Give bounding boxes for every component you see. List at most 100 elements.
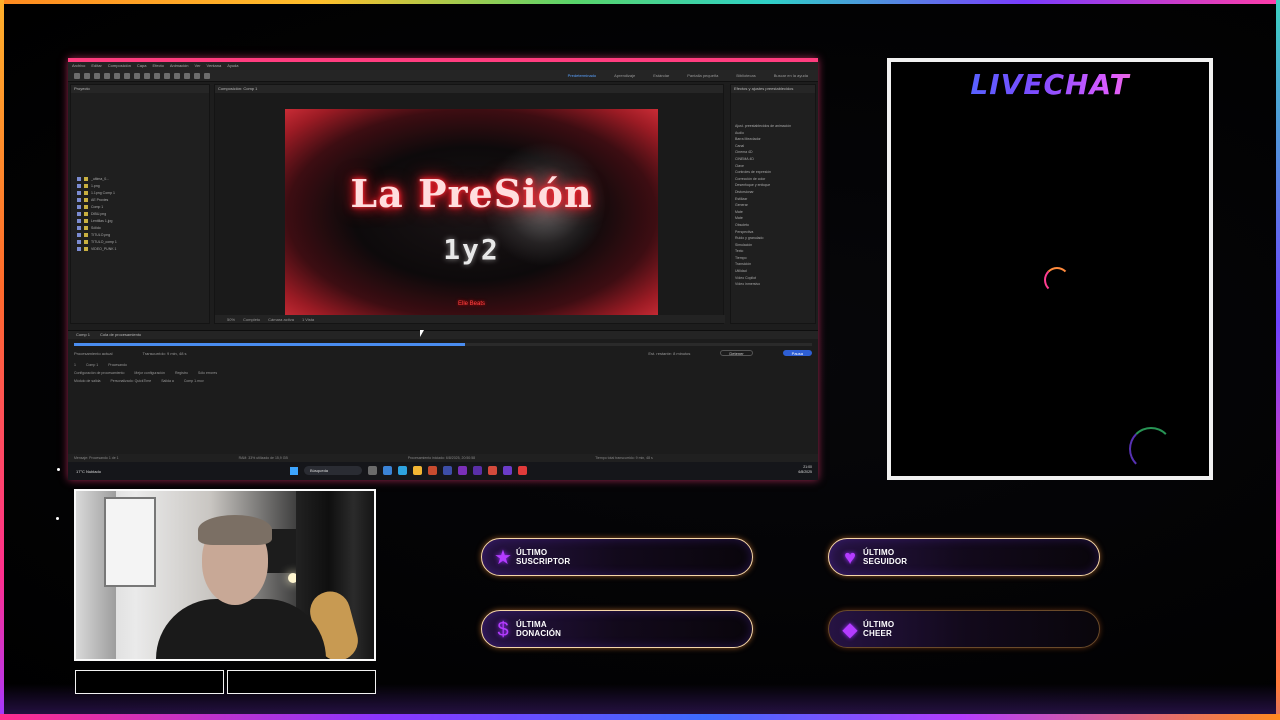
- file-row[interactable]: Comp 1: [71, 203, 211, 210]
- effect-category[interactable]: Obsoleto: [731, 222, 815, 229]
- camera-tool-icon[interactable]: [124, 72, 130, 79]
- effect-category[interactable]: Mate: [731, 209, 815, 216]
- effect-category[interactable]: Mate: [731, 215, 815, 222]
- effect-category[interactable]: Desenfoque y enfoque: [731, 182, 815, 189]
- menu-help[interactable]: Ayuda: [227, 62, 238, 70]
- brush-tool-icon[interactable]: [174, 72, 180, 79]
- file-row[interactable]: AE Proxies: [71, 196, 211, 203]
- effect-category[interactable]: Perspectiva: [731, 229, 815, 236]
- effect-category[interactable]: Generar: [731, 202, 815, 209]
- file-row[interactable]: TITULO_comp 1: [71, 238, 211, 245]
- output-to-value[interactable]: Comp 1.mov: [184, 379, 204, 385]
- tab-comp-1[interactable]: Comp 1: [76, 331, 90, 339]
- composition-tab[interactable]: Composición: Comp 1: [215, 85, 723, 93]
- pan-behind-tool-icon[interactable]: [134, 72, 140, 79]
- workspace-learn[interactable]: Aprendizaje: [614, 73, 635, 78]
- eraser-tool-icon[interactable]: [194, 72, 200, 79]
- effects-panel-tab[interactable]: Efectos y ajustes preestablecidos: [731, 85, 815, 93]
- effect-category[interactable]: Controles de expresión: [731, 169, 815, 176]
- clone-tool-icon[interactable]: [184, 72, 190, 79]
- composition-canvas[interactable]: La PreSión 1y2 Elle Beats: [285, 109, 658, 319]
- zoom-tool-icon[interactable]: [104, 72, 110, 79]
- effect-category[interactable]: Ajust. preestablecidos de animación: [731, 123, 815, 130]
- effect-category[interactable]: Canal: [731, 143, 815, 150]
- project-panel-tab[interactable]: Proyecto: [71, 85, 209, 93]
- app-icon[interactable]: [443, 466, 452, 475]
- log-value[interactable]: Sólo errores: [198, 371, 217, 377]
- file-explorer-icon[interactable]: [413, 466, 422, 475]
- shape-tool-icon[interactable]: [144, 72, 150, 79]
- render-settings-row[interactable]: Configuración de procesamiento Mejor con…: [74, 371, 217, 377]
- file-row[interactable]: Lentillas 1.jpg: [71, 217, 211, 224]
- widget-app-icon[interactable]: [398, 466, 407, 475]
- task-view-icon[interactable]: [368, 466, 377, 475]
- effect-category[interactable]: Ruido y granulado: [731, 235, 815, 242]
- pause-button[interactable]: Pausa: [782, 350, 812, 356]
- rotate-tool-icon[interactable]: [114, 72, 120, 79]
- effect-category[interactable]: Barra Mezclador: [731, 136, 815, 143]
- chrome-icon[interactable]: [488, 466, 497, 475]
- menu-view[interactable]: Ver: [195, 62, 201, 70]
- file-row[interactable]: _ultima_0...: [71, 175, 211, 182]
- effect-category[interactable]: Utilidad: [731, 268, 815, 275]
- edge-browser-icon[interactable]: [383, 466, 392, 475]
- effect-category[interactable]: Vídeo inmersivo: [731, 281, 815, 288]
- effect-category[interactable]: Texto: [731, 248, 815, 255]
- effect-category[interactable]: Estilizar: [731, 196, 815, 203]
- effect-category[interactable]: Transición: [731, 261, 815, 268]
- windows-start-icon[interactable]: [290, 466, 298, 475]
- resolution-select[interactable]: Completo: [243, 317, 260, 322]
- weather-widget[interactable]: 17°C Nublado: [68, 469, 128, 474]
- file-row[interactable]: Sólido: [71, 224, 211, 231]
- effect-category[interactable]: Distorsionar: [731, 189, 815, 196]
- stat-label: ÚLTIMO SEGUIDOR: [863, 548, 907, 566]
- effect-category[interactable]: Clave: [731, 163, 815, 170]
- menu-window[interactable]: Ventana: [207, 62, 222, 70]
- file-row[interactable]: VIDEO_PUNK 1: [71, 245, 211, 252]
- menu-animation[interactable]: Animación: [170, 62, 189, 70]
- type-tool-icon[interactable]: [164, 72, 170, 79]
- workspace-libraries[interactable]: Bibliotecas: [736, 73, 755, 78]
- effect-category[interactable]: Corrección de color: [731, 176, 815, 183]
- effect-category[interactable]: Cinema 4D: [731, 149, 815, 156]
- effect-category[interactable]: Vídeo Copilot: [731, 275, 815, 282]
- discord-icon[interactable]: [503, 466, 512, 475]
- menu-file[interactable]: Archivo: [72, 62, 85, 70]
- file-row[interactable]: DIBU.png: [71, 210, 211, 217]
- app-icon[interactable]: [428, 466, 437, 475]
- workspace-standard[interactable]: Estándar: [653, 73, 669, 78]
- taskbar-search[interactable]: Búsqueda: [304, 466, 362, 475]
- pen-tool-icon[interactable]: [154, 72, 160, 79]
- effect-category[interactable]: Simulación: [731, 242, 815, 249]
- output-module-row[interactable]: Módulo de salida Personalizado: QuickTim…: [74, 379, 204, 385]
- obs-icon[interactable]: [518, 466, 527, 475]
- selection-tool-icon[interactable]: [84, 72, 90, 79]
- home-icon[interactable]: [74, 72, 80, 79]
- puppet-tool-icon[interactable]: [204, 72, 210, 79]
- workspace-small-screen[interactable]: Pantalla pequeña: [687, 73, 718, 78]
- view-layout-select[interactable]: 1 Vista: [302, 317, 314, 322]
- zoom-level[interactable]: 50%: [227, 317, 235, 322]
- output-module-value[interactable]: Personalizado: QuickTime: [110, 379, 151, 385]
- menu-edit[interactable]: Editar: [91, 62, 101, 70]
- stop-button[interactable]: Detener: [720, 350, 753, 356]
- hand-tool-icon[interactable]: [94, 72, 100, 79]
- tab-render-queue[interactable]: Cola de procesamiento: [100, 331, 141, 339]
- menu-layer[interactable]: Capa: [137, 62, 147, 70]
- menu-effect[interactable]: Efecto: [152, 62, 163, 70]
- queue-item-row[interactable]: 1 Comp 1 Procesando: [74, 363, 127, 369]
- workspace-default[interactable]: Predeterminado: [568, 73, 596, 78]
- help-search[interactable]: Buscar en la ayuda: [774, 73, 808, 78]
- after-effects-icon[interactable]: [473, 466, 482, 475]
- menu-composition[interactable]: Composición: [108, 62, 131, 70]
- camera-select[interactable]: Cámara activa: [268, 317, 294, 322]
- file-row[interactable]: 1.1png Comp 1: [71, 189, 211, 196]
- premiere-icon[interactable]: [458, 466, 467, 475]
- taskbar-clock[interactable]: 21:00 6/8/2025: [798, 465, 812, 475]
- render-settings-value[interactable]: Mejor configuración: [134, 371, 165, 377]
- effect-category[interactable]: Tiempo: [731, 255, 815, 262]
- file-row[interactable]: 1.png: [71, 182, 211, 189]
- effect-category[interactable]: CINEMA 4D: [731, 156, 815, 163]
- effect-category[interactable]: Audio: [731, 130, 815, 137]
- file-row[interactable]: TITULO.png: [71, 231, 211, 238]
